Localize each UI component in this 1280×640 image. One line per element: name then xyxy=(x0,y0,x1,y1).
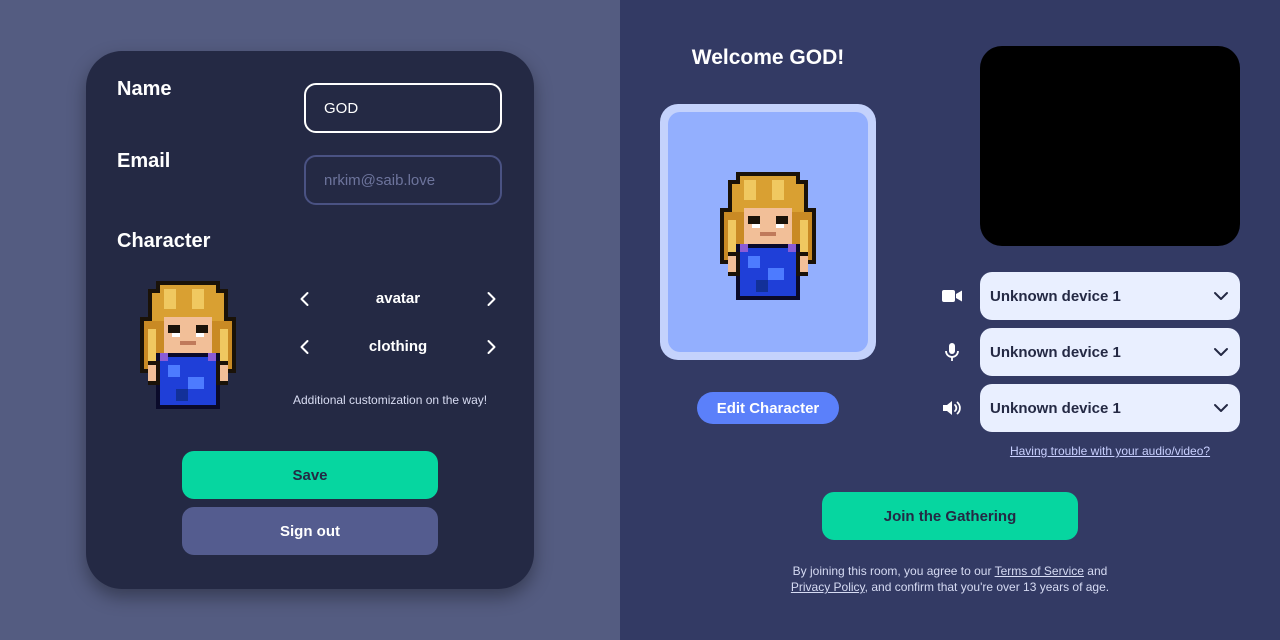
terms-and: and xyxy=(1087,564,1108,578)
join-gathering-button[interactable]: Join the Gathering xyxy=(822,492,1078,540)
edit-character-button[interactable]: Edit Character xyxy=(697,392,839,424)
name-label: Name xyxy=(117,78,172,100)
chevron-left-icon xyxy=(300,292,309,306)
microphone-select[interactable]: Unknown device 1 xyxy=(980,328,1240,376)
speaker-select-value: Unknown device 1 xyxy=(990,399,1121,417)
avatar-next-button[interactable] xyxy=(481,289,501,309)
camera-select-value: Unknown device 1 xyxy=(990,287,1121,305)
video-preview xyxy=(980,46,1240,246)
terms-notice: By joining this room, you agree to our T… xyxy=(760,563,1140,595)
character-sprite-small xyxy=(140,281,236,409)
welcome-heading: Welcome GOD! xyxy=(691,46,845,69)
avatar-option-label: avatar xyxy=(375,290,421,307)
sign-out-button[interactable]: Sign out xyxy=(182,507,438,555)
microphone-icon xyxy=(940,340,964,364)
speaker-icon xyxy=(940,396,964,420)
customization-note: Additional customization on the way! xyxy=(293,393,488,407)
chevron-right-icon xyxy=(487,340,496,354)
character-label: Character xyxy=(117,230,211,252)
camera-select[interactable]: Unknown device 1 xyxy=(980,272,1240,320)
chevron-left-icon xyxy=(300,340,309,354)
character-preview xyxy=(668,112,868,352)
microphone-select-value: Unknown device 1 xyxy=(990,343,1121,361)
chevron-right-icon xyxy=(487,292,496,306)
clothing-next-button[interactable] xyxy=(481,337,501,357)
chevron-down-icon xyxy=(1214,404,1228,412)
character-preview-frame xyxy=(660,104,876,360)
terms-suffix: , and confirm that you're over 13 years … xyxy=(864,580,1110,594)
chevron-down-icon xyxy=(1214,292,1228,300)
av-troubleshoot-link[interactable]: Having trouble with your audio/video? xyxy=(980,444,1240,458)
character-sprite-large xyxy=(720,172,816,300)
email-label: Email xyxy=(117,150,171,172)
video-camera-icon xyxy=(940,284,964,308)
privacy-policy-link[interactable]: Privacy Policy xyxy=(791,580,865,594)
clothing-option-label: clothing xyxy=(368,338,428,355)
terms-prefix: By joining this room, you agree to our xyxy=(792,564,992,578)
profile-card: Name Email Character avatar clothing Add… xyxy=(86,51,534,589)
avatar-prev-button[interactable] xyxy=(295,289,315,309)
name-input[interactable] xyxy=(304,83,502,133)
email-input[interactable] xyxy=(304,155,502,205)
terms-of-service-link[interactable]: Terms of Service xyxy=(995,564,1084,578)
save-button[interactable]: Save xyxy=(182,451,438,499)
speaker-select[interactable]: Unknown device 1 xyxy=(980,384,1240,432)
chevron-down-icon xyxy=(1214,348,1228,356)
clothing-prev-button[interactable] xyxy=(295,337,315,357)
